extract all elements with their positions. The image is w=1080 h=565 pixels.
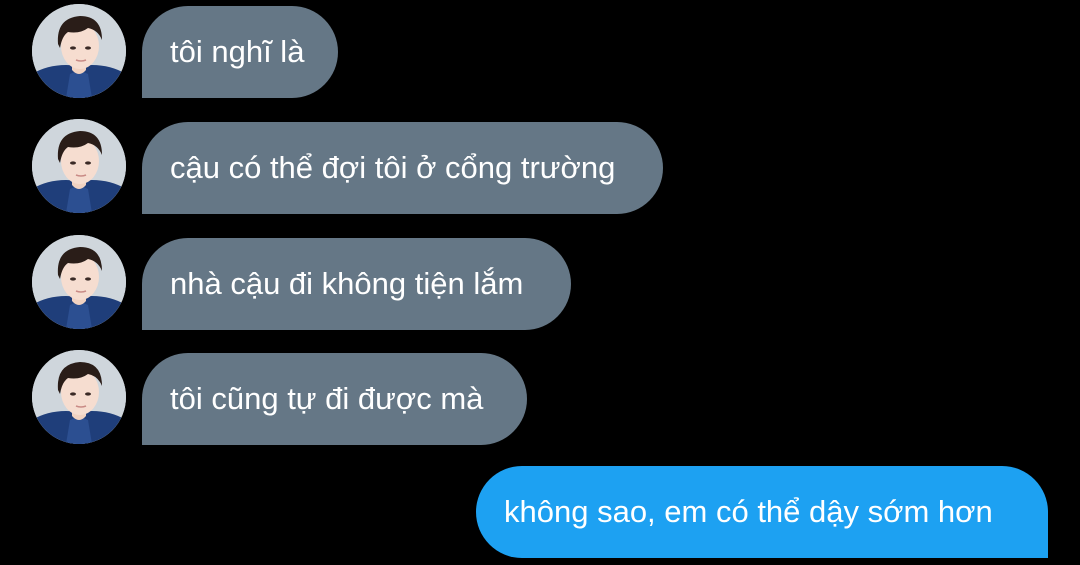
incoming-message-bubble[interactable]: nhà cậu đi không tiện lắm	[142, 238, 571, 330]
incoming-message-bubble[interactable]: cậu có thể đợi tôi ở cổng trường	[142, 122, 663, 214]
avatar-photo-icon	[32, 350, 126, 444]
message-text: nhà cậu đi không tiện lắm	[170, 266, 524, 301]
avatar-photo-icon	[32, 235, 126, 329]
avatar-photo-icon	[32, 119, 126, 213]
outgoing-message-bubble[interactable]: không sao, em có thể dậy sớm hơn	[476, 466, 1048, 558]
avatar-photo-icon	[32, 4, 126, 98]
message-text: tôi nghĩ là	[170, 34, 305, 69]
incoming-message-bubble[interactable]: tôi cũng tự đi được mà	[142, 353, 527, 445]
sender-avatar[interactable]	[32, 4, 126, 98]
message-text: tôi cũng tự đi được mà	[170, 381, 484, 416]
message-text: cậu có thể đợi tôi ở cổng trường	[170, 150, 616, 185]
sender-avatar[interactable]	[32, 235, 126, 329]
sender-avatar[interactable]	[32, 119, 126, 213]
sender-avatar[interactable]	[32, 350, 126, 444]
message-text: không sao, em có thể dậy sớm hơn	[504, 494, 993, 529]
incoming-message-bubble[interactable]: tôi nghĩ là	[142, 6, 338, 98]
